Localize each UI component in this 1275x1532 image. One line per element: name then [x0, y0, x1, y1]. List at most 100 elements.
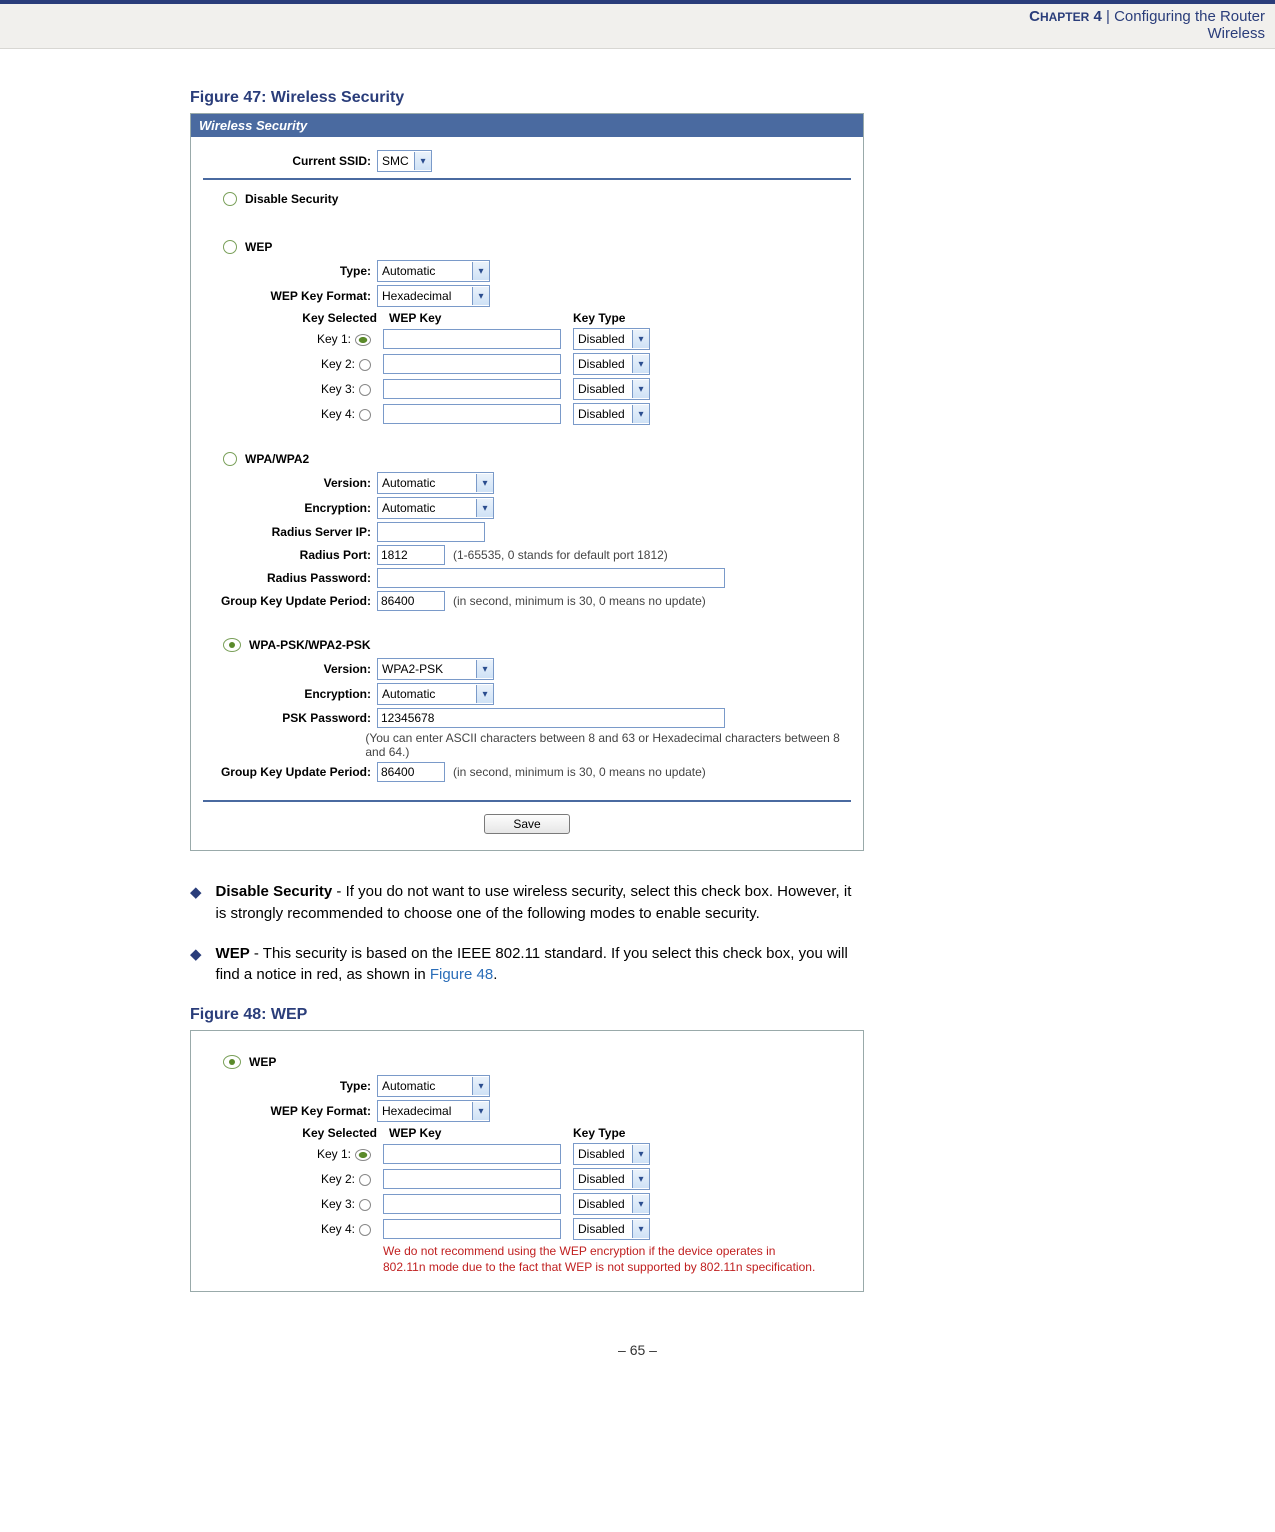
wep-key-input[interactable] — [383, 379, 561, 399]
key-row: Key 2: Disabled▾ — [203, 1168, 851, 1190]
key-row: Key 1:Disabled▾ — [203, 328, 851, 350]
wpa-option[interactable]: WPA/WPA2 — [223, 452, 851, 466]
wpa-enc-label: Encryption: — [203, 501, 377, 515]
key-radio[interactable] — [359, 384, 371, 396]
wep-type-select[interactable]: Automatic▾ — [377, 1075, 490, 1097]
psk-pwd-hint: (You can enter ASCII characters between … — [365, 731, 851, 759]
psk-pwd-input[interactable] — [377, 708, 725, 728]
wep-warning: We do not recommend using the WEP encryp… — [383, 1244, 851, 1275]
divider — [203, 800, 851, 802]
key-label: Key 2: — [321, 1172, 355, 1186]
key-label: Key 3: — [321, 382, 355, 396]
key-radio[interactable] — [355, 334, 371, 346]
key-type-select[interactable]: Disabled▾ — [573, 353, 650, 375]
chapter-word: HAPTER — [1040, 10, 1089, 24]
chevron-down-icon: ▾ — [632, 1170, 649, 1188]
wep-key-input[interactable] — [383, 329, 561, 349]
wep-key-input[interactable] — [383, 404, 561, 424]
chevron-down-icon: ▾ — [476, 660, 493, 678]
psk-enc-select[interactable]: Automatic▾ — [377, 683, 494, 705]
chevron-down-icon: ▾ — [632, 355, 649, 373]
page-header: CHAPTER 4 | Configuring the Router Wirel… — [0, 0, 1275, 49]
key-radio[interactable] — [359, 1224, 371, 1236]
psk-version-select[interactable]: WPA2-PSK▾ — [377, 658, 494, 680]
radius-pwd-input[interactable] — [377, 568, 725, 588]
wep-section-label: WEP — [245, 240, 272, 254]
radius-ip-input[interactable] — [377, 522, 485, 542]
chevron-down-icon: ▾ — [472, 287, 489, 305]
save-button[interactable]: Save — [484, 814, 569, 834]
radio-icon-selected — [223, 638, 241, 652]
figure-47-caption: Figure 47: Wireless Security — [190, 89, 1145, 107]
key-type-select[interactable]: Disabled▾ — [573, 1218, 650, 1240]
key-radio[interactable] — [359, 409, 371, 421]
list-item: ◆ Disable Security - If you do not want … — [190, 881, 860, 925]
body-list: ◆ Disable Security - If you do not want … — [190, 881, 860, 986]
wep-format-value: Hexadecimal — [378, 289, 472, 303]
wpa-version-label: Version: — [203, 476, 377, 490]
key-type-select[interactable]: Disabled▾ — [573, 1168, 650, 1190]
figure-48-link[interactable]: Figure 48 — [430, 966, 493, 983]
key-radio[interactable] — [359, 1174, 371, 1186]
list-item: ◆ WEP - This security is based on the IE… — [190, 943, 860, 987]
disable-security-term: Disable Security — [216, 883, 333, 900]
chevron-down-icon: ▾ — [632, 330, 649, 348]
header-sep: | — [1102, 8, 1114, 25]
key-row: Key 4: Disabled▾ — [203, 403, 851, 425]
key-type-select[interactable]: Disabled▾ — [573, 403, 650, 425]
wep-option-selected[interactable]: WEP — [223, 1055, 851, 1069]
figure-47-image: Wireless Security Current SSID: SMC▾ Dis… — [190, 113, 864, 851]
chapter-num: 4 — [1089, 8, 1102, 25]
chevron-down-icon: ▾ — [632, 1195, 649, 1213]
wep-key-input[interactable] — [383, 354, 561, 374]
header-title: Configuring the Router — [1114, 8, 1265, 25]
gkup-input[interactable] — [377, 591, 445, 611]
wep-section-label: WEP — [249, 1055, 276, 1069]
wep-option[interactable]: WEP — [223, 240, 851, 254]
wpa-enc-select[interactable]: Automatic▾ — [377, 497, 494, 519]
wep-key-input[interactable] — [383, 1219, 561, 1239]
wep-format-label: WEP Key Format: — [203, 289, 377, 303]
disable-security-option[interactable]: Disable Security — [223, 192, 851, 206]
wep-text-b: . — [493, 966, 497, 983]
psk-gkup-input[interactable] — [377, 762, 445, 782]
wpa-section-label: WPA/WPA2 — [245, 452, 309, 466]
chapter-prefix: C — [1029, 8, 1040, 25]
key-radio[interactable] — [359, 1199, 371, 1211]
wep-format-select[interactable]: Hexadecimal▾ — [377, 1100, 490, 1122]
key-type-select[interactable]: Disabled▾ — [573, 1143, 650, 1165]
bullet-icon: ◆ — [190, 945, 202, 963]
key-type-select[interactable]: Disabled▾ — [573, 1193, 650, 1215]
radius-port-input[interactable] — [377, 545, 445, 565]
wep-term: WEP — [216, 945, 250, 962]
wep-type-label: Type: — [203, 264, 377, 278]
ssid-select[interactable]: SMC▾ — [377, 150, 432, 172]
key-selected-header: Key Selected — [203, 311, 383, 325]
radius-port-hint: (1-65535, 0 stands for default port 1812… — [453, 548, 668, 562]
radio-icon — [223, 452, 237, 466]
key-label: Key 4: — [321, 407, 355, 421]
wep-key-input[interactable] — [383, 1169, 561, 1189]
wpa-version-select[interactable]: Automatic▾ — [377, 472, 494, 494]
key-type-header: Key Type — [573, 1126, 663, 1140]
wep-key-header: WEP Key — [383, 1126, 573, 1140]
wep-type-select[interactable]: Automatic▾ — [377, 260, 490, 282]
wpapsk-option[interactable]: WPA-PSK/WPA2-PSK — [223, 638, 851, 652]
key-radio[interactable] — [359, 359, 371, 371]
wep-text-a: - This security is based on the IEEE 802… — [216, 945, 848, 984]
wpapsk-section-label: WPA-PSK/WPA2-PSK — [249, 638, 371, 652]
key-row: Key 2:Disabled▾ — [203, 353, 851, 375]
wep-key-input[interactable] — [383, 1194, 561, 1214]
chevron-down-icon: ▾ — [632, 1220, 649, 1238]
wep-key-input[interactable] — [383, 1144, 561, 1164]
key-type-select[interactable]: Disabled▾ — [573, 378, 650, 400]
key-type-select[interactable]: Disabled▾ — [573, 328, 650, 350]
gkup-hint: (in second, minimum is 30, 0 means no up… — [453, 594, 706, 608]
chevron-down-icon: ▾ — [472, 1102, 489, 1120]
key-radio[interactable] — [355, 1149, 371, 1161]
key-row: Key 1:Disabled▾ — [203, 1143, 851, 1165]
figure-48-caption: Figure 48: WEP — [190, 1006, 1145, 1024]
chevron-down-icon: ▾ — [414, 152, 431, 170]
wep-format-select[interactable]: Hexadecimal▾ — [377, 285, 490, 307]
chevron-down-icon: ▾ — [476, 685, 493, 703]
